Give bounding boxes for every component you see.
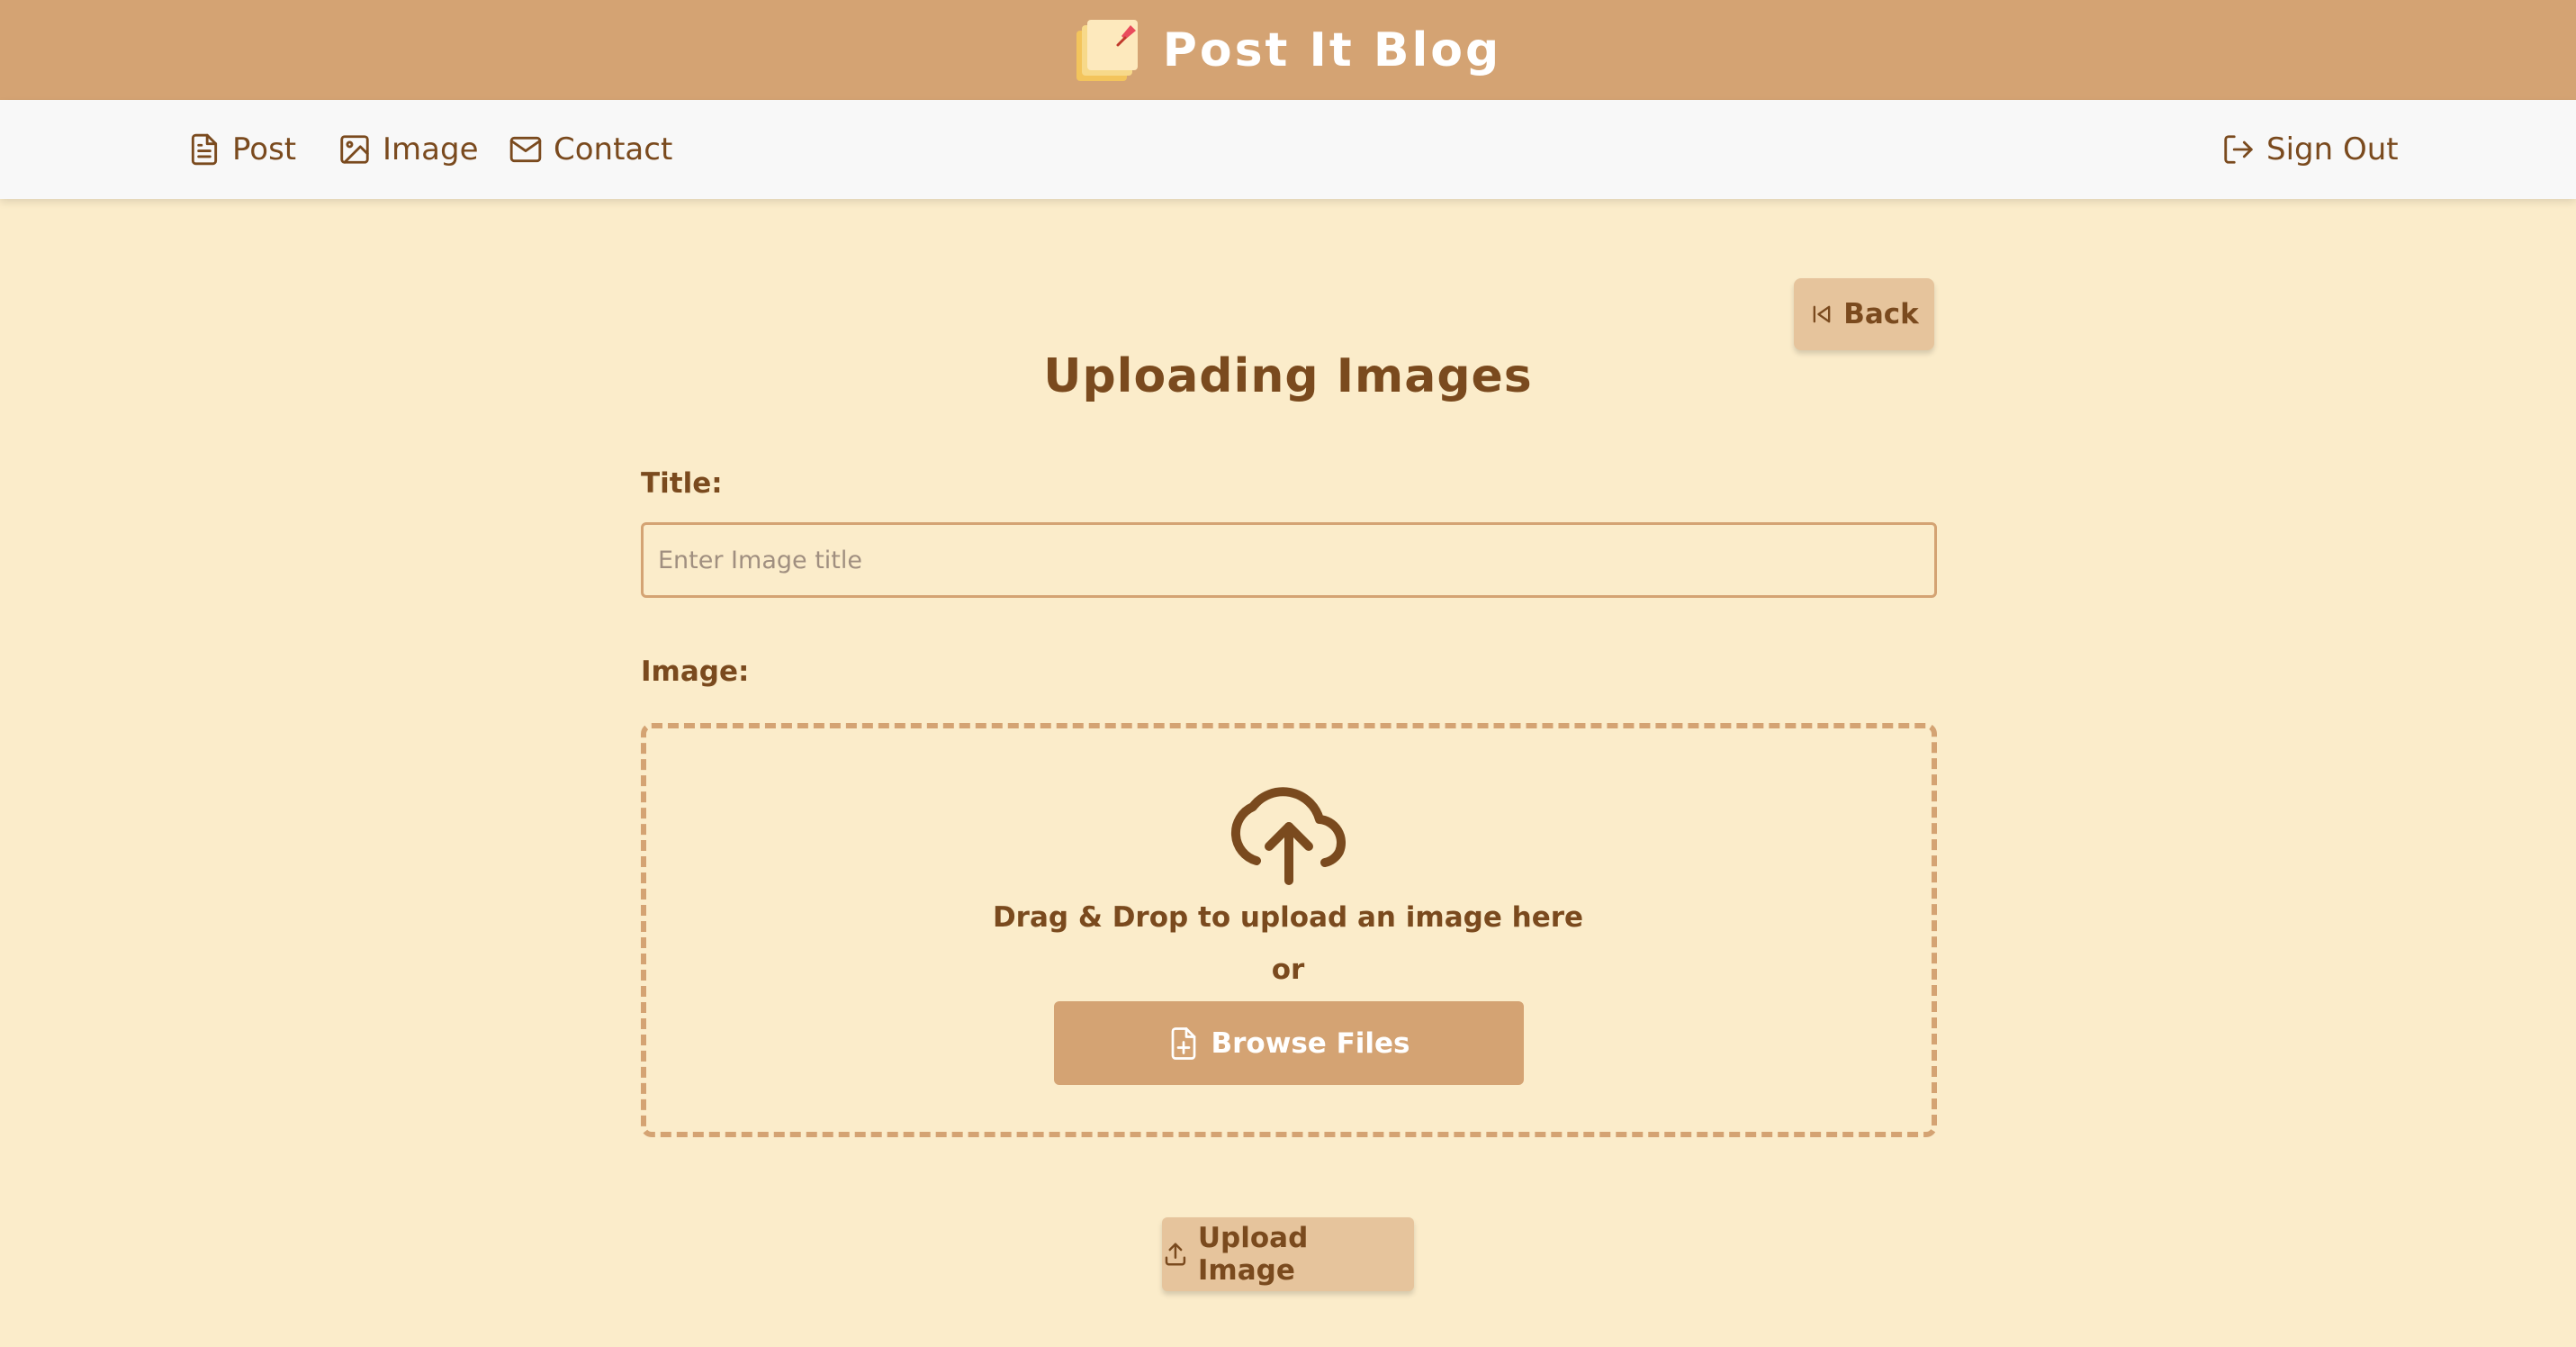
dropzone-or: or [1271, 954, 1305, 986]
skip-back-icon [1813, 305, 1831, 323]
image-label: Image: [641, 655, 750, 688]
image-title-input[interactable] [641, 522, 1937, 598]
document-icon [191, 133, 218, 166]
cloud-upload-icon [1230, 787, 1346, 885]
sticky-notes-icon [1076, 19, 1138, 81]
image-icon [340, 135, 369, 164]
sign-out-icon [2224, 135, 2253, 164]
upload-image-label: Upload Image [1197, 1222, 1309, 1287]
sign-out-label: Sign Out [2266, 131, 2399, 167]
page-title: Uploading Images [1043, 349, 1533, 403]
browse-files-label: Browse Files [1211, 1026, 1410, 1060]
nav-bar: Post Image Contact Sign Out [0, 100, 2576, 199]
file-plus-icon [1172, 1026, 1196, 1060]
nav-item-contact[interactable]: Contact [509, 100, 672, 199]
browse-files-button[interactable]: Browse Files [1054, 1001, 1524, 1085]
nav-item-label: Contact [554, 131, 673, 167]
back-label: Back [1843, 298, 1919, 330]
nav-item-label: Post [232, 131, 297, 167]
nav-item-post[interactable]: Post [187, 100, 296, 199]
back-button[interactable]: Back [1794, 278, 1934, 350]
nav-item-image[interactable]: Image [338, 100, 478, 199]
title-label: Title: [641, 467, 723, 500]
upload-icon [1165, 1243, 1186, 1266]
site-title: Post It Blog [1162, 23, 1502, 77]
mail-icon [509, 136, 542, 163]
upload-image-button[interactable]: Upload Image [1162, 1217, 1414, 1291]
dropzone-instructions: Drag & Drop to upload an image here [992, 901, 1584, 934]
sign-out-button[interactable]: Sign Out [2221, 100, 2399, 199]
top-header: Post It Blog [0, 0, 2576, 100]
brand[interactable]: Post It Blog [1075, 18, 1501, 83]
nav-item-label: Image [383, 131, 479, 167]
